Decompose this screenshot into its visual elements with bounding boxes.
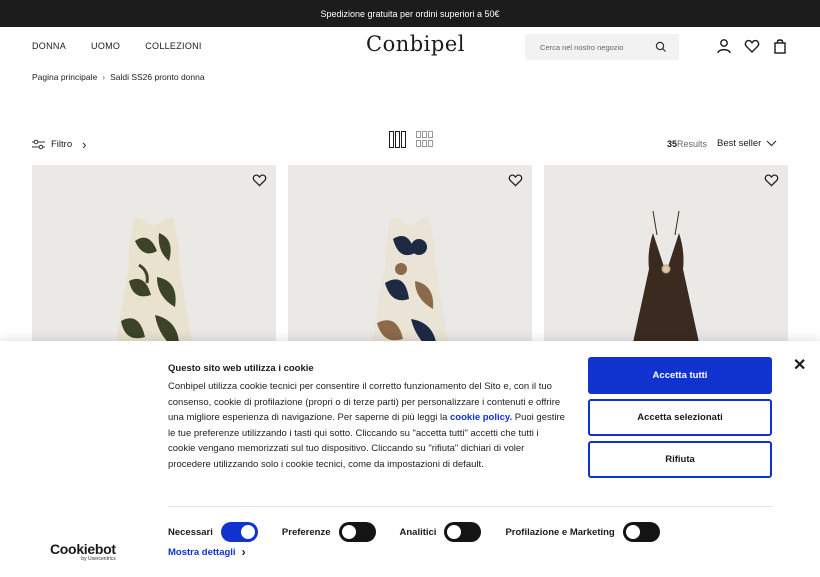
wishlist-icon[interactable]: [252, 173, 267, 187]
results-count: 35Results: [667, 139, 707, 149]
product-image: [114, 217, 194, 355]
sort-dropdown[interactable]: Best seller: [717, 138, 777, 149]
cookiebot-name: Cookiebot: [50, 541, 116, 557]
nav-item-uomo[interactable]: UOMO: [91, 41, 120, 51]
cookie-title: Questo sito web utilizza i cookie: [168, 363, 314, 374]
toggle-switch[interactable]: [220, 522, 258, 542]
site-header: DONNA UOMO COLLEZIONI Conbipel Cerca nel…: [0, 27, 820, 67]
wishlist-icon[interactable]: [508, 173, 523, 187]
cookie-banner: ✕ Questo sito web utilizza i cookie Conb…: [0, 341, 820, 577]
listing-toolbar: Filtro › 35Results Best seller: [0, 128, 820, 160]
header-icons: [716, 38, 788, 54]
toggle-analitici: Analitici: [400, 522, 482, 542]
toggle-necessari: Necessari: [168, 522, 258, 542]
bag-icon[interactable]: [772, 38, 788, 54]
toggle-switch[interactable]: [338, 522, 376, 542]
breadcrumb-home[interactable]: Pagina principale: [32, 72, 97, 82]
toggle-switch[interactable]: [444, 522, 482, 542]
breadcrumb-current: Saldi SS26 pronto donna: [110, 72, 205, 82]
nav-item-donna[interactable]: DONNA: [32, 41, 66, 51]
grid-6-columns-icon[interactable]: [416, 131, 433, 148]
cookie-policy-link[interactable]: cookie policy.: [450, 412, 512, 423]
chevron-right-icon: ›: [82, 137, 87, 152]
nav-item-collezioni[interactable]: COLLEZIONI: [145, 41, 202, 51]
cookie-text: Conbipel utilizza cookie tecnici per con…: [168, 379, 566, 472]
sort-label: Best seller: [717, 138, 762, 149]
product-card[interactable]: [544, 165, 788, 355]
promo-bar: Spedizione gratuita per ordini superiori…: [0, 0, 820, 27]
toggle-label: Analitici: [399, 526, 437, 538]
wishlist-icon[interactable]: [764, 173, 779, 187]
filter-label: Filtro: [51, 139, 73, 150]
toggle-switch[interactable]: [622, 522, 660, 542]
wishlist-icon[interactable]: [744, 38, 760, 54]
logo[interactable]: Conbipel: [366, 32, 465, 56]
breadcrumb: Pagina principale › Saldi SS26 pronto do…: [32, 72, 205, 82]
cookiebot-logo: Cookiebot by Usercentrics: [50, 541, 116, 562]
cookie-toggles: Necessari Preferenze Analitici Profilazi…: [168, 522, 684, 542]
toggle-preferenze: Preferenze: [282, 522, 376, 542]
results-label: Results: [677, 139, 708, 149]
search-icon[interactable]: [655, 41, 667, 53]
accept-all-button[interactable]: Accetta tutti: [588, 357, 772, 394]
product-card[interactable]: [288, 165, 532, 355]
toggle-label: Preferenze: [281, 526, 331, 538]
product-image: [630, 211, 702, 355]
results-number: 35: [667, 139, 678, 149]
show-details-label: Mostra dettagli: [168, 546, 236, 558]
divider: [168, 506, 773, 507]
product-card[interactable]: [32, 165, 276, 355]
grid-switcher: [389, 131, 433, 148]
grid-3-columns-icon[interactable]: [389, 131, 406, 148]
main-nav: DONNA UOMO COLLEZIONI: [32, 41, 202, 51]
show-details-link[interactable]: Mostra dettagli ›: [168, 545, 246, 559]
search-input[interactable]: Cerca nel nostro negozio: [525, 34, 679, 60]
accept-selected-button[interactable]: Accetta selezionati: [588, 399, 772, 436]
filter-button[interactable]: Filtro ›: [32, 137, 86, 152]
chevron-right-icon: ›: [241, 545, 246, 559]
account-icon[interactable]: [716, 38, 732, 54]
toggle-label: Profilazione e Marketing: [505, 526, 615, 538]
sliders-icon: [32, 139, 45, 150]
toggle-marketing: Profilazione e Marketing: [505, 522, 660, 542]
promo-text: Spedizione gratuita per ordini superiori…: [320, 8, 500, 19]
product-image: [370, 217, 450, 355]
close-icon[interactable]: ✕: [793, 355, 806, 375]
chevron-down-icon: [766, 140, 777, 147]
toggle-label: Necessari: [168, 526, 213, 538]
reject-button[interactable]: Rifiuta: [588, 441, 772, 478]
chevron-right-icon: ›: [102, 72, 106, 82]
search-placeholder: Cerca nel nostro negozio: [540, 42, 624, 52]
